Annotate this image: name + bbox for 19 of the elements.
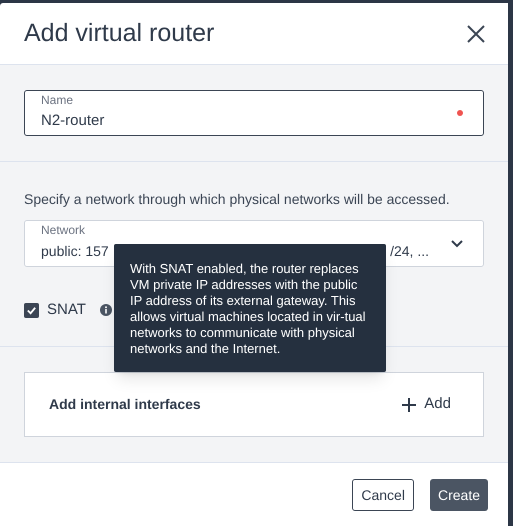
field-label: Name	[41, 93, 74, 107]
interfaces-label: Add internal interfaces	[49, 395, 201, 414]
field-value: /24, ...	[390, 242, 429, 261]
description-text: Specify a network through which physical networks will be accessed.	[24, 190, 451, 208]
create-button[interactable]: Create	[430, 479, 488, 511]
snat-label: SNAT	[47, 300, 86, 320]
close-icon[interactable]	[466, 24, 486, 44]
checkmark-icon	[26, 304, 37, 316]
snat-checkbox[interactable]	[24, 302, 39, 318]
chevron-down-icon	[451, 240, 463, 248]
plus-icon	[402, 398, 416, 412]
field-value: public: 157	[41, 242, 109, 261]
field-value: N2-router	[41, 111, 104, 131]
info-icon[interactable]	[100, 304, 112, 316]
add-button[interactable]: Add	[402, 393, 451, 416]
field-label: Network	[41, 223, 86, 237]
cancel-button[interactable]: Cancel	[352, 479, 414, 511]
name-field[interactable]: Name N2-router	[24, 90, 484, 136]
dialog-title: Add virtual router	[24, 18, 214, 49]
